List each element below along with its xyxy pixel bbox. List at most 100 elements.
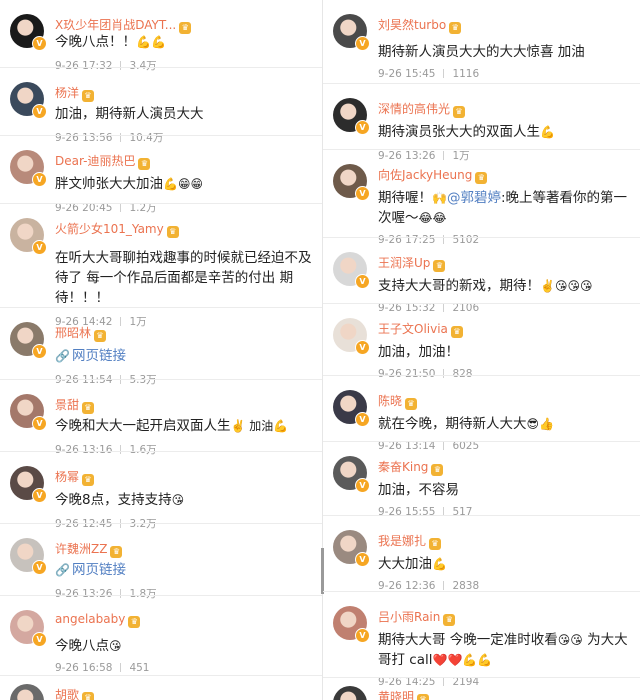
avatar[interactable]: V — [333, 14, 370, 51]
verified-icon: V — [355, 274, 370, 289]
avatar[interactable]: V — [333, 390, 370, 427]
commenter-name[interactable]: angelababy ♛ — [55, 612, 141, 628]
mention-link[interactable]: @郭碧婷 — [447, 190, 501, 206]
right-comment-column: V 刘昊然turbo ♛ 期待新人演员大大的大大惊喜 加油 9-26 15:45 1116… — [323, 0, 640, 700]
commenter-name[interactable]: 火箭少女101_Yamy ♛ — [55, 220, 179, 238]
comment-item: V 王子文Olivia ♛ 加油，加油！ 9-26 21:50 828 — [323, 304, 640, 380]
emoji: 😂😂 — [418, 211, 447, 225]
avatar[interactable]: V — [10, 218, 47, 255]
comment-text: 今晚八点！！💪💪 — [55, 32, 314, 52]
commenter-name-text: 火箭少女101_Yamy — [55, 222, 164, 236]
comment-item: V X玖少年团肖战DAYT... ♛ 今晚八点！！💪💪 9-26 17:32 3.4万 — [0, 0, 322, 72]
comment-text-part: 就在今晚，期待新人大大 — [378, 416, 527, 432]
comment-text: 今晚和大大一起开启双面人生✌️ 加油💪 — [55, 416, 314, 436]
crown-icon: ♛ — [82, 402, 95, 414]
commenter-name[interactable]: Dear-迪丽热巴 ♛ — [55, 152, 151, 170]
avatar[interactable]: V — [333, 456, 370, 493]
avatar[interactable]: V — [10, 394, 47, 431]
verified-icon: V — [355, 340, 370, 355]
like-count[interactable]: 2838 — [452, 580, 479, 592]
avatar[interactable]: V — [333, 686, 367, 700]
like-count[interactable]: 1116 — [452, 68, 479, 80]
comment-text-part: 支持大大哥的新戏，期待！ — [378, 278, 540, 294]
commenter-name[interactable]: 深情的高伟光 ♛ — [378, 100, 466, 118]
commenter-name[interactable]: 景甜 ♛ — [55, 396, 95, 414]
comment-text-part: 今晚和大大一起开启双面人生 — [55, 418, 231, 434]
commenter-name[interactable]: 王润泽Up ♛ — [378, 254, 446, 272]
avatar[interactable]: V — [10, 538, 47, 575]
commenter-name[interactable]: 黄晓明 ♛ — [378, 688, 430, 700]
crown-icon: ♛ — [431, 464, 444, 476]
avatar[interactable]: V — [333, 318, 370, 355]
avatar[interactable]: V — [333, 164, 370, 201]
avatar[interactable]: V — [10, 610, 47, 647]
emoji: ✌️😘😘😘 — [540, 279, 593, 293]
comment-meta: 9-26 16:58 451 — [55, 662, 149, 674]
avatar[interactable]: V — [10, 14, 47, 51]
crown-icon: ♛ — [110, 546, 123, 558]
comment-item: V 胡歌♛ — [0, 676, 322, 700]
verified-icon: V — [355, 478, 370, 493]
commenter-name[interactable]: 王子文Olivia ♛ — [378, 320, 463, 338]
avatar[interactable]: V — [333, 252, 370, 289]
web-link[interactable]: 网页链接 — [72, 348, 126, 364]
comment-text-part: 期待演员张大大的双面人生 — [378, 124, 540, 140]
emoji: 🙌 — [432, 191, 447, 205]
commenter-name-text: 邢昭林 — [55, 326, 92, 340]
comment-text-part: 加油，加油！ — [378, 344, 459, 360]
comment-text-part: 期待喔！ — [378, 190, 432, 206]
avatar[interactable]: V — [333, 98, 370, 135]
meta-separator — [443, 507, 445, 516]
commenter-name[interactable]: 秦奋King ♛ — [378, 458, 444, 476]
crown-icon: ♛ — [443, 614, 456, 626]
commenter-name[interactable]: 刘昊然turbo ♛ — [378, 16, 462, 34]
verified-icon: V — [32, 488, 47, 503]
commenter-name-text: X玖少年团肖战DAYT... — [55, 18, 177, 32]
commenter-name[interactable]: 邢昭林 ♛ — [55, 324, 107, 342]
avatar-image — [333, 686, 367, 700]
comment-date: 9-26 16:58 — [55, 662, 113, 674]
like-count[interactable]: 451 — [129, 662, 149, 674]
comment-item: V 深情的高伟光 ♛ 期待演员张大大的双面人生💪 9-26 13:26 1万 — [323, 84, 640, 162]
commenter-name[interactable]: 我是娜扎 ♛ — [378, 532, 442, 550]
commenter-name[interactable]: 许魏洲ZZ ♛ — [55, 540, 123, 558]
comment-item: V 许魏洲ZZ ♛ 🔗 网页链接 9-26 13:26 1.8万 — [0, 524, 322, 600]
commenter-name-text: 景甜 — [55, 398, 80, 412]
verified-icon: V — [32, 560, 47, 575]
avatar[interactable]: V — [10, 150, 47, 187]
web-link[interactable]: 网页链接 — [72, 562, 126, 578]
comment-text: 在听大大哥聊拍戏趣事的时候就已经迫不及待了 每一个作品后面都是辛苦的付出 期待！… — [55, 248, 314, 308]
crown-icon: ♛ — [405, 398, 418, 410]
verified-icon: V — [355, 186, 370, 201]
commenter-name[interactable]: 杨洋 ♛ — [55, 84, 95, 102]
commenter-name[interactable]: 胡歌 ♛ — [55, 686, 95, 700]
comment-text-part: 大大加油 — [378, 556, 432, 572]
commenter-name-text: 吕小雨Rain — [378, 610, 441, 624]
avatar[interactable]: V — [333, 530, 370, 567]
commenter-name[interactable]: 陈晓 ♛ — [378, 392, 418, 410]
commenter-name[interactable]: 向佐JackyHeung ♛ — [378, 166, 488, 184]
avatar[interactable]: V — [10, 82, 47, 119]
commenter-name-text: 许魏洲ZZ — [55, 542, 108, 556]
comment-text: 就在今晚，期待新人大大😎👍 — [378, 414, 632, 434]
verified-icon: V — [32, 240, 47, 255]
commenter-name[interactable]: 吕小雨Rain ♛ — [378, 608, 456, 626]
comment-item: Vangelababy ♛ 今晚八点😘 9-26 16:58 451 — [0, 596, 322, 676]
commenter-name-text: 黄晓明 — [378, 690, 415, 700]
avatar[interactable]: V — [10, 322, 47, 359]
commenter-name-text: 秦奋King — [378, 460, 429, 474]
crown-icon: ♛ — [82, 474, 95, 486]
comment-text-part: 在听大大哥聊拍戏趣事的时候就已经迫不及待了 每一个作品后面都是辛苦的付出 期待！… — [55, 250, 312, 306]
verified-icon: V — [32, 416, 47, 431]
verified-icon: V — [32, 36, 47, 51]
commenter-name-text: 刘昊然turbo — [378, 18, 447, 32]
comment-text-part: 今晚八点！！ — [55, 34, 136, 50]
comment-text: 加油，不容易 — [378, 480, 632, 500]
avatar[interactable]: V — [10, 466, 47, 503]
avatar[interactable]: V — [333, 606, 370, 643]
avatar[interactable]: V — [10, 684, 44, 700]
commenter-name[interactable]: 杨幂 ♛ — [55, 468, 95, 486]
comment-text: 加油，期待新人演员大大 — [55, 104, 314, 124]
comment-item: V 王润泽Up ♛ 支持大大哥的新戏，期待！✌️😘😘😘 9-26 15:32 2106 — [323, 238, 640, 314]
commenter-name-text: 王润泽Up — [378, 256, 431, 270]
